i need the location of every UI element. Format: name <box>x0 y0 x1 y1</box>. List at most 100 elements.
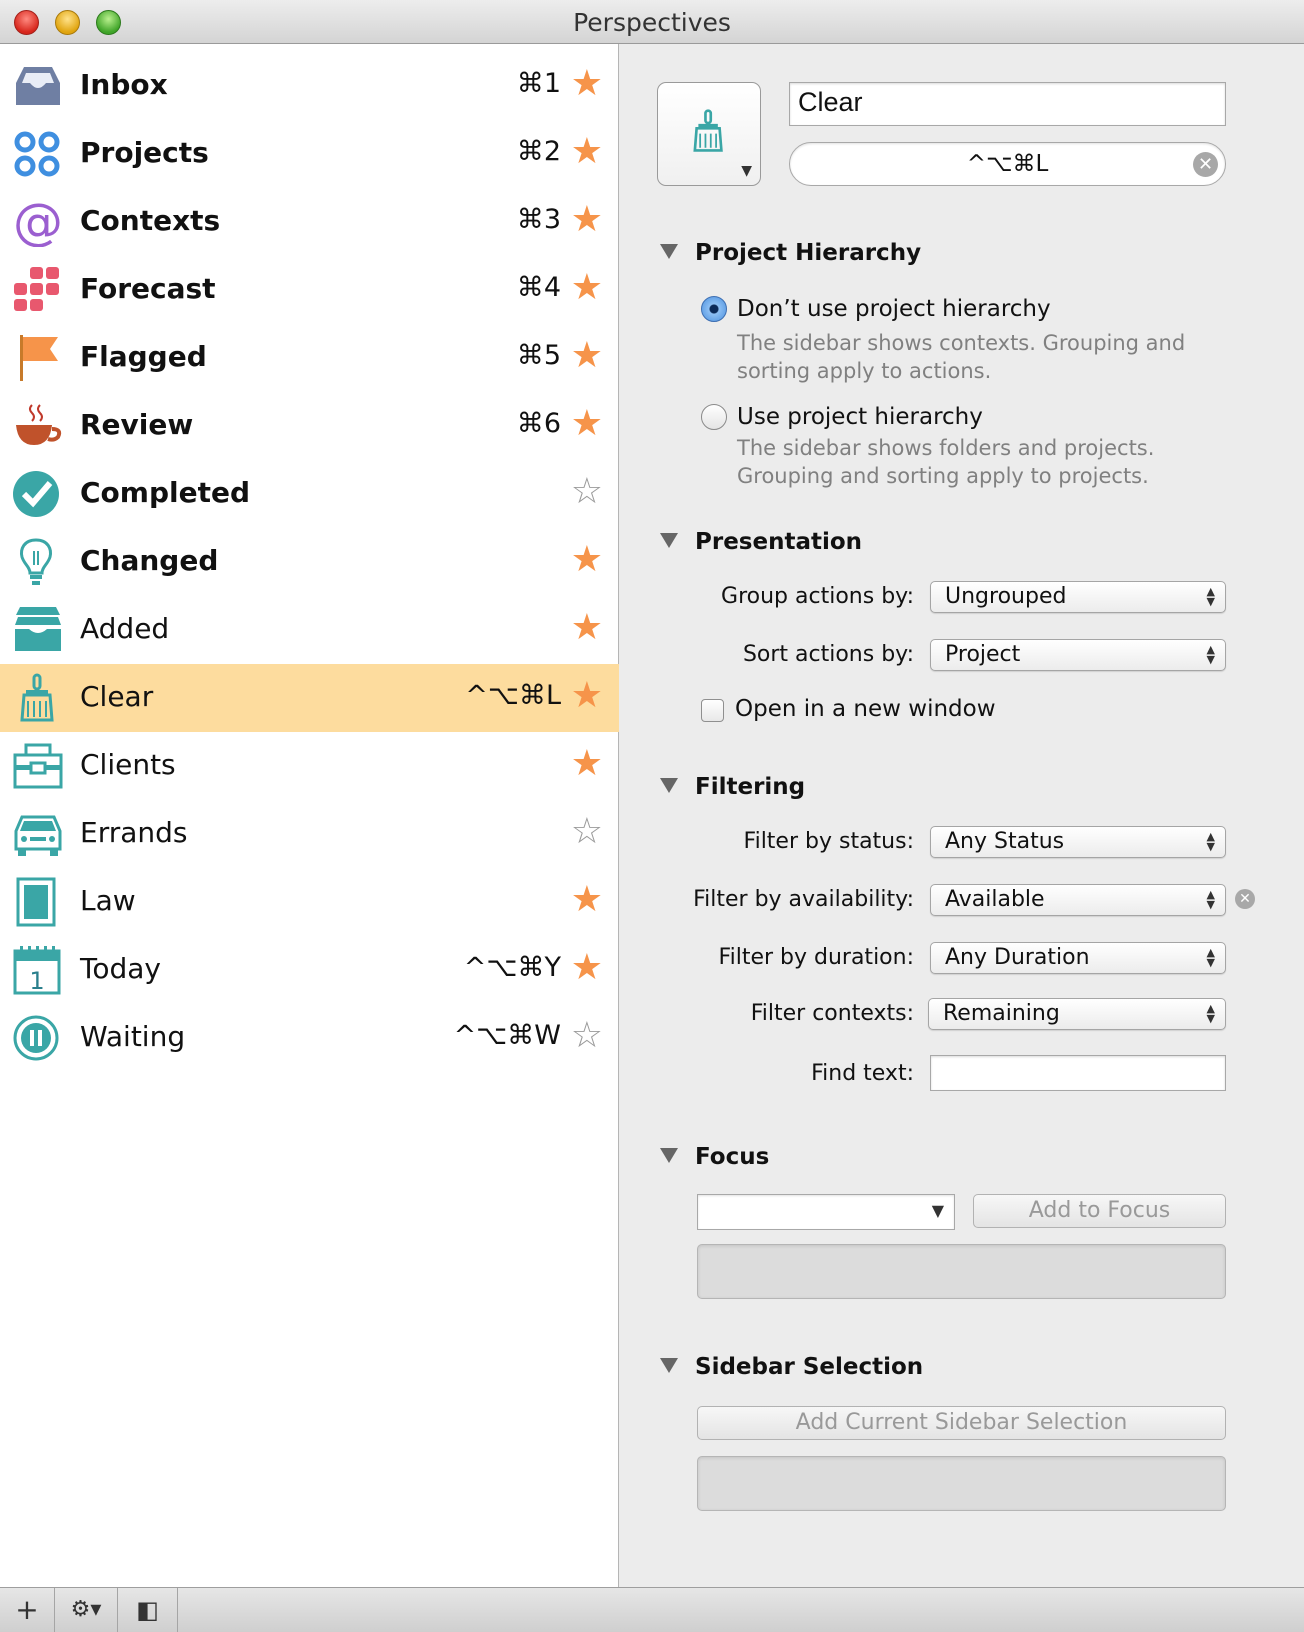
collapse-sidebar-icon[interactable]: ◧ <box>118 1588 178 1632</box>
star-icon[interactable]: ★ <box>571 540 603 580</box>
sidebar-item-forecast[interactable]: Forecast ⌘4 ★ <box>0 256 619 324</box>
sidebar-item-inbox[interactable]: Inbox ⌘1 ★ <box>0 52 619 120</box>
clear-availability-icon[interactable]: ✕ <box>1235 889 1255 909</box>
window-titlebar: Perspectives <box>0 0 1304 44</box>
find-text-label: Find text: <box>811 1061 914 1086</box>
sidebar-item-added[interactable]: Added ★ <box>0 596 619 664</box>
shortcut-field[interactable]: ^⌥⌘L <box>789 142 1226 186</box>
perspective-icon-picker[interactable]: ▼ <box>657 82 761 186</box>
add-current-sidebar-selection-button[interactable]: Add Current Sidebar Selection <box>697 1406 1226 1440</box>
focus-list <box>697 1244 1226 1299</box>
star-icon[interactable]: ★ <box>571 948 603 988</box>
sidebar-item-waiting[interactable]: Waiting ^⌥⌘W ☆ <box>0 1004 619 1072</box>
open-new-window-label: Open in a new window <box>735 696 996 722</box>
gear-menu-button[interactable]: ⚙▾ <box>55 1588 118 1632</box>
updown-arrows-icon: ▲ ▼ <box>1206 585 1215 608</box>
sidebar-item-shortcut: ⌘4 <box>516 272 561 303</box>
add-perspective-button[interactable]: + <box>0 1588 55 1632</box>
chevron-down-icon: ▼ <box>931 1201 944 1220</box>
find-text-input[interactable] <box>930 1055 1226 1091</box>
window-title: Perspectives <box>573 8 731 37</box>
sidebar-item-changed[interactable]: Changed ★ <box>0 528 619 596</box>
disclosure-triangle-icon <box>660 1148 678 1163</box>
calendar-day: 1 <box>29 967 44 995</box>
filter-duration-value: Any Duration <box>945 945 1090 970</box>
star-outline-icon[interactable]: ☆ <box>571 1016 603 1056</box>
disclosure-triangle-icon <box>660 1358 678 1373</box>
filter-availability-popup[interactable]: Available ▲ ▼ <box>930 884 1226 916</box>
group-by-label: Group actions by: <box>721 584 914 609</box>
sidebar-item-completed[interactable]: Completed ☆ <box>0 460 619 528</box>
star-outline-icon[interactable]: ☆ <box>571 812 603 852</box>
focus-combo-box[interactable]: ▼ <box>697 1194 955 1230</box>
at-sign-icon: @ <box>13 197 63 247</box>
group-by-popup[interactable]: Ungrouped ▲ ▼ <box>930 581 1226 613</box>
section-project-hierarchy[interactable]: Project Hierarchy <box>660 240 921 266</box>
book-icon <box>16 877 56 927</box>
star-icon[interactable]: ★ <box>571 676 603 716</box>
section-focus[interactable]: Focus <box>660 1144 769 1170</box>
sidebar-item-flagged[interactable]: Flagged ⌘5 ★ <box>0 324 619 392</box>
sort-by-popup[interactable]: Project ▲ ▼ <box>930 639 1226 671</box>
sidebar-item-projects[interactable]: Projects ⌘2 ★ <box>0 120 619 188</box>
filter-status-popup[interactable]: Any Status ▲ ▼ <box>930 826 1226 858</box>
sidebar-item-label: Clients <box>80 748 176 781</box>
shortcut-value: ^⌥⌘L <box>966 151 1049 177</box>
section-title: Focus <box>695 1144 770 1170</box>
sidebar-item-shortcut: ⌘1 <box>516 68 561 99</box>
star-icon[interactable]: ★ <box>571 608 603 648</box>
sidebar-item-label: Errands <box>80 816 188 849</box>
clear-shortcut-icon[interactable]: ✕ <box>1193 152 1218 177</box>
sidebar-item-law[interactable]: Law ★ <box>0 868 619 936</box>
open-new-window-checkbox[interactable] <box>701 699 724 722</box>
sidebar-item-shortcut: ^⌥⌘Y <box>463 952 561 983</box>
sidebar-item-shortcut: ⌘6 <box>516 408 561 439</box>
star-icon[interactable]: ★ <box>571 744 603 784</box>
star-outline-icon[interactable]: ☆ <box>571 472 603 512</box>
star-icon[interactable]: ★ <box>571 404 603 444</box>
coffee-cup-icon <box>16 404 62 445</box>
star-icon[interactable]: ★ <box>571 336 603 376</box>
sidebar-item-shortcut: ⌘3 <box>516 204 561 235</box>
section-presentation[interactable]: Presentation <box>660 529 862 555</box>
briefcase-icon <box>13 743 63 789</box>
filter-contexts-popup[interactable]: Remaining ▲ ▼ <box>928 998 1226 1030</box>
sidebar-item-label: Forecast <box>80 272 216 305</box>
sidebar-item-errands[interactable]: Errands ☆ <box>0 800 619 868</box>
sidebar-item-label: Flagged <box>80 340 207 373</box>
section-sidebar-selection[interactable]: Sidebar Selection <box>660 1354 923 1380</box>
section-title: Project Hierarchy <box>695 240 922 266</box>
perspective-settings-pane: ▼ Clear ^⌥⌘L ✕ Project Hierarchy Don’t u… <box>620 44 1304 1587</box>
inbox-icon <box>16 67 60 105</box>
dont-use-hierarchy-radio[interactable] <box>701 296 727 322</box>
sidebar-item-review[interactable]: Review ⌘6 ★ <box>0 392 619 460</box>
use-hierarchy-description: The sidebar shows folders and projects. … <box>737 436 1155 488</box>
forecast-grid-icon <box>14 267 59 311</box>
star-icon[interactable]: ★ <box>571 132 603 172</box>
broom-icon <box>20 673 54 722</box>
star-icon[interactable]: ★ <box>571 200 603 240</box>
add-to-focus-button[interactable]: Add to Focus <box>973 1194 1226 1228</box>
sidebar-item-clear[interactable]: Clear ^⌥⌘L ★ <box>0 664 619 732</box>
disclosure-triangle-icon <box>660 533 678 548</box>
filter-status-value: Any Status <box>945 829 1065 854</box>
group-by-value: Ungrouped <box>945 584 1067 609</box>
perspectives-sidebar: Inbox ⌘1 ★ Projects ⌘2 ★ @ Contexts ⌘3 ★ <box>0 44 619 1587</box>
lightbulb-icon <box>20 538 52 585</box>
section-filtering[interactable]: Filtering <box>660 774 805 800</box>
perspective-name-field[interactable]: Clear <box>789 82 1226 126</box>
section-title: Sidebar Selection <box>695 1354 924 1380</box>
filter-duration-popup[interactable]: Any Duration ▲ ▼ <box>930 942 1226 974</box>
star-icon[interactable]: ★ <box>571 64 603 104</box>
filter-contexts-value: Remaining <box>943 1001 1060 1026</box>
sidebar-item-label: Waiting <box>80 1020 186 1053</box>
updown-arrows-icon: ▲ ▼ <box>1206 643 1215 666</box>
sidebar-item-today[interactable]: 1 Today ^⌥⌘Y ★ <box>0 936 619 1004</box>
sidebar-item-shortcut: ^⌥⌘L <box>465 680 561 711</box>
sidebar-item-contexts[interactable]: @ Contexts ⌘3 ★ <box>0 188 619 256</box>
sidebar-item-clients[interactable]: Clients ★ <box>0 732 619 800</box>
star-icon[interactable]: ★ <box>571 880 603 920</box>
use-hierarchy-radio[interactable] <box>701 404 727 430</box>
star-icon[interactable]: ★ <box>571 268 603 308</box>
filter-availability-label: Filter by availability: <box>693 887 914 912</box>
